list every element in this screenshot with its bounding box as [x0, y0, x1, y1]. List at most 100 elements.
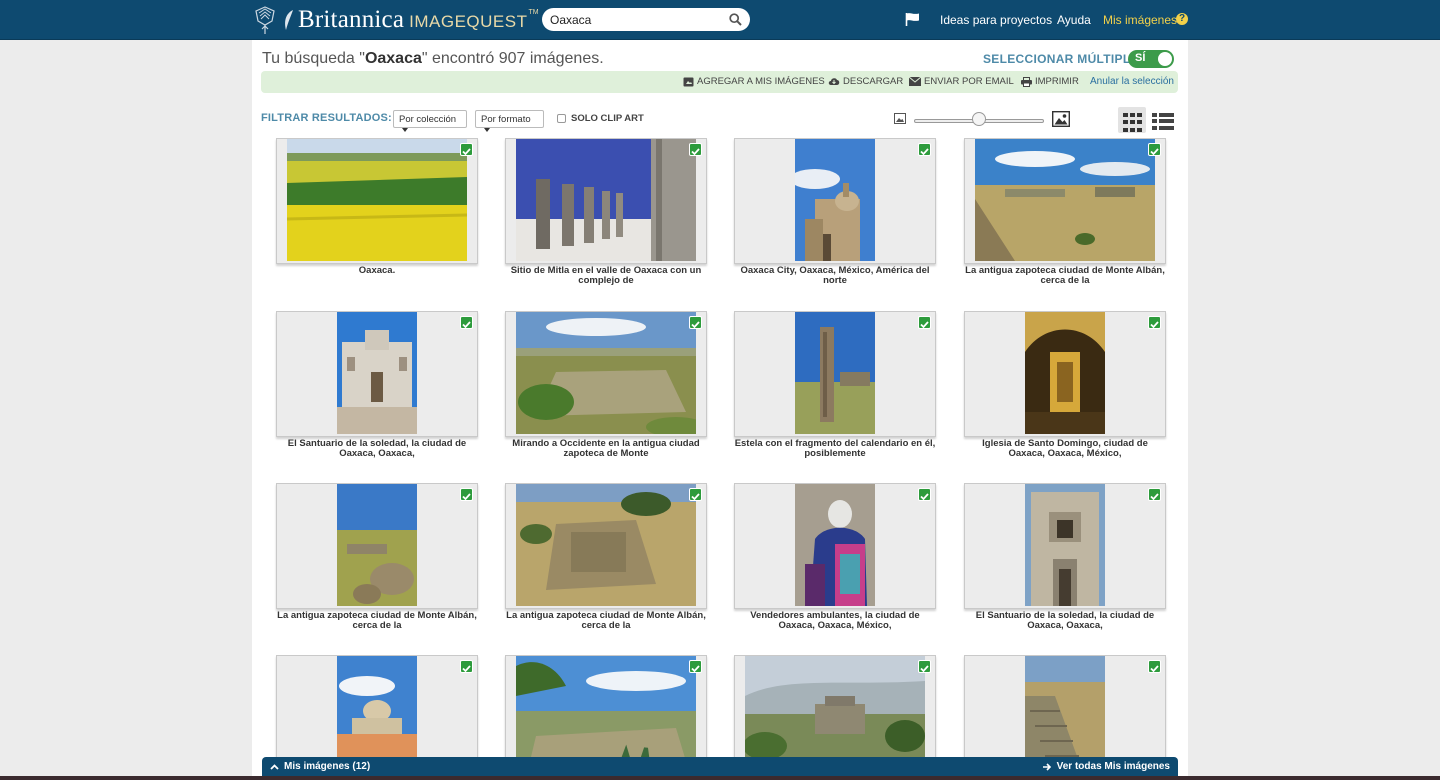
- arrow-right-icon: [1042, 762, 1051, 771]
- image-thumbnail[interactable]: [516, 312, 696, 434]
- image-thumbnail-frame[interactable]: [734, 311, 936, 437]
- image-thumbnail-frame[interactable]: [276, 138, 478, 264]
- my-images-tray[interactable]: Mis imágenes (12) Ver todas Mis imágenes: [262, 757, 1178, 777]
- list-view-button[interactable]: [1152, 113, 1174, 130]
- image-caption[interactable]: La antigua zapoteca ciudad de Monte Albá…: [276, 611, 478, 631]
- format-dropdown[interactable]: Por formato: [475, 110, 544, 132]
- selected-checkmark-icon[interactable]: [460, 660, 473, 673]
- large-image-size-icon[interactable]: [1052, 111, 1070, 127]
- image-caption[interactable]: Oaxaca City, Oaxaca, México, América del…: [734, 266, 936, 286]
- clear-selection-link[interactable]: Anular la selección: [1090, 76, 1174, 87]
- selected-checkmark-icon[interactable]: [460, 143, 473, 156]
- download-button[interactable]: DESCARGAR: [828, 76, 903, 87]
- selected-checkmark-icon[interactable]: [918, 316, 931, 329]
- image-thumbnail[interactable]: [1025, 484, 1105, 606]
- add-label: AGREGAR A MIS IMÁGENES: [697, 76, 825, 87]
- view-all-my-images-link[interactable]: Ver todas Mis imágenes: [1042, 761, 1170, 772]
- image-caption[interactable]: La antigua zapoteca ciudad de Monte Albá…: [964, 266, 1166, 286]
- image-thumbnail[interactable]: [975, 139, 1155, 261]
- small-image-size-icon[interactable]: [894, 113, 906, 124]
- image-thumbnail[interactable]: [1025, 312, 1105, 434]
- search-icon[interactable]: [729, 13, 742, 26]
- selected-checkmark-icon[interactable]: [689, 660, 702, 673]
- selected-checkmark-icon[interactable]: [460, 316, 473, 329]
- selected-checkmark-icon[interactable]: [1148, 660, 1161, 673]
- selected-checkmark-icon[interactable]: [1148, 143, 1161, 156]
- filter-label: FILTRAR RESULTADOS:: [261, 112, 392, 124]
- printer-icon: [1021, 76, 1032, 87]
- image-thumbnail-frame[interactable]: [505, 483, 707, 609]
- trademark: TM: [528, 8, 539, 16]
- image-thumbnail[interactable]: [795, 312, 875, 434]
- toggle-knob: [1158, 52, 1172, 66]
- my-images-count: Mis imágenes (12): [284, 761, 371, 772]
- print-label: IMPRIMIR: [1035, 76, 1079, 87]
- selected-checkmark-icon[interactable]: [918, 488, 931, 501]
- caret-down-icon: [484, 128, 490, 132]
- add-to-my-images-button[interactable]: AGREGAR A MIS IMÁGENES: [683, 76, 825, 87]
- image-thumbnail[interactable]: [516, 484, 696, 606]
- image-thumbnail[interactable]: [287, 139, 467, 261]
- image-caption[interactable]: Iglesia de Santo Domingo, ciudad de Oaxa…: [964, 439, 1166, 459]
- email-label: ENVIAR POR EMAIL: [924, 76, 1014, 87]
- collection-dropdown[interactable]: Por colección: [393, 110, 467, 132]
- brand-name: Britannica: [298, 6, 405, 33]
- flag-icon[interactable]: [905, 12, 920, 26]
- selected-checkmark-icon[interactable]: [1148, 488, 1161, 501]
- help-question-icon[interactable]: ?: [1176, 13, 1188, 25]
- britannica-logo[interactable]: Britannica IMAGEQUEST TM: [252, 3, 539, 37]
- print-button[interactable]: IMPRIMIR: [1021, 76, 1079, 87]
- results-suffix: " encontró 907 imágenes.: [421, 50, 604, 67]
- image-caption[interactable]: El Santuario de la soledad, la ciudad de…: [276, 439, 478, 459]
- add-image-icon: [683, 77, 694, 86]
- nav-help-link[interactable]: Ayuda: [1057, 13, 1091, 27]
- image-thumbnail[interactable]: [795, 484, 875, 606]
- chevron-up-icon: [270, 763, 279, 770]
- selected-checkmark-icon[interactable]: [460, 488, 473, 501]
- nav-ideas-link[interactable]: Ideas para proyectos: [940, 13, 1052, 27]
- selected-checkmark-icon[interactable]: [918, 660, 931, 673]
- selection-action-bar: AGREGAR A MIS IMÁGENES DESCARGAR ENVIAR …: [261, 71, 1178, 93]
- image-thumbnail-frame[interactable]: [964, 483, 1166, 609]
- selected-checkmark-icon[interactable]: [689, 316, 702, 329]
- search-input[interactable]: [550, 10, 720, 29]
- image-thumbnail[interactable]: [337, 484, 417, 606]
- email-button[interactable]: ENVIAR POR EMAIL: [909, 76, 1014, 87]
- image-thumbnail-frame[interactable]: [734, 138, 936, 264]
- image-thumbnail-frame[interactable]: [964, 311, 1166, 437]
- clip-art-checkbox[interactable]: [557, 114, 566, 123]
- image-thumbnail[interactable]: [337, 312, 417, 434]
- selected-checkmark-icon[interactable]: [1148, 316, 1161, 329]
- my-images-tray-toggle[interactable]: Mis imágenes (12): [270, 761, 370, 772]
- results-heading: Tu búsqueda "Oaxaca" encontró 907 imágen…: [262, 50, 604, 68]
- image-thumbnail-frame[interactable]: [276, 483, 478, 609]
- results-prefix: Tu búsqueda ": [262, 50, 365, 67]
- image-thumbnail-frame[interactable]: [964, 138, 1166, 264]
- selected-checkmark-icon[interactable]: [689, 488, 702, 501]
- image-caption[interactable]: El Santuario de la soledad, la ciudad de…: [964, 611, 1166, 631]
- collection-dropdown-label: Por colección: [399, 114, 457, 125]
- image-caption[interactable]: La antigua zapoteca ciudad de Monte Albá…: [505, 611, 707, 631]
- image-caption[interactable]: Mirando a Occidente en la antigua ciudad…: [505, 439, 707, 459]
- image-caption[interactable]: Oaxaca.: [276, 266, 478, 276]
- nav-my-images-link[interactable]: Mis imágenes: [1103, 13, 1177, 27]
- slider-handle[interactable]: [972, 112, 986, 126]
- image-thumbnail[interactable]: [516, 139, 696, 261]
- image-thumbnail-frame[interactable]: [276, 311, 478, 437]
- clip-art-label: SOLO CLIP ART: [571, 113, 644, 124]
- image-thumbnail[interactable]: [795, 139, 875, 261]
- image-caption[interactable]: Estela con el fragmento del calendario e…: [734, 439, 936, 459]
- image-caption[interactable]: Vendedores ambulantes, la ciudad de Oaxa…: [734, 611, 936, 631]
- image-caption[interactable]: Sitio de Mitla en el valle de Oaxaca con…: [505, 266, 707, 286]
- download-label: DESCARGAR: [843, 76, 904, 87]
- selected-checkmark-icon[interactable]: [689, 143, 702, 156]
- clip-art-filter[interactable]: SOLO CLIP ART: [557, 113, 644, 124]
- select-multiple-toggle[interactable]: SÍ: [1128, 50, 1174, 68]
- selected-checkmark-icon[interactable]: [918, 143, 931, 156]
- grid-view-button[interactable]: [1118, 107, 1146, 133]
- image-thumbnail-frame[interactable]: [734, 483, 936, 609]
- image-thumbnail-frame[interactable]: [505, 311, 707, 437]
- envelope-icon: [909, 77, 921, 86]
- image-thumbnail-frame[interactable]: [505, 138, 707, 264]
- view-all-label: Ver todas Mis imágenes: [1056, 761, 1170, 772]
